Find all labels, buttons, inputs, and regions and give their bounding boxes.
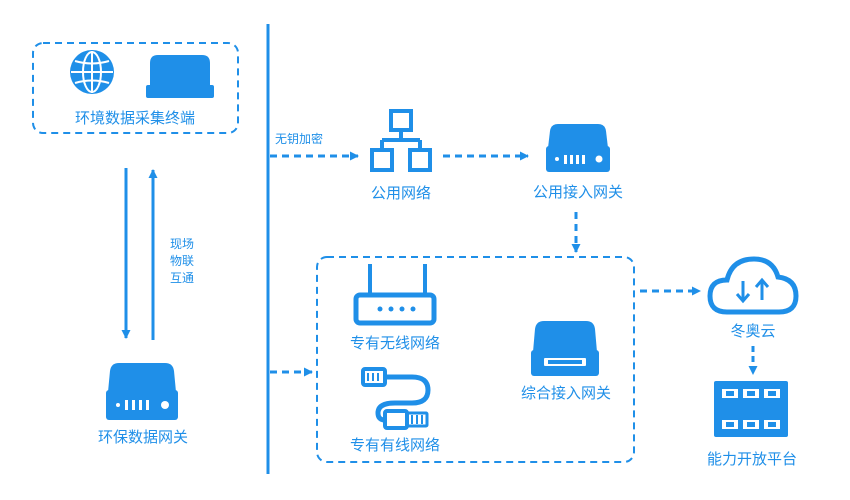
public-gateway-label: 公用接入网关 bbox=[533, 183, 623, 201]
server-icon bbox=[146, 55, 214, 98]
server-icon bbox=[531, 321, 599, 376]
globe-icon bbox=[70, 50, 114, 94]
network-diagram: 环境数据采集终端 现场 物联 互通 环保数据网关 无钥加密 公用网络 公用接入网… bbox=[32, 24, 799, 474]
router-icon bbox=[353, 264, 437, 326]
network-topology-icon bbox=[370, 109, 432, 172]
eco-gateway-label: 环保数据网关 bbox=[98, 428, 188, 446]
private-wired-label: 专有有线网络 bbox=[350, 436, 440, 454]
onsite-iot-label-line2: 物联 bbox=[170, 254, 194, 268]
platform-label: 能力开放平台 bbox=[707, 450, 797, 468]
keyless-encryption-label: 无钥加密 bbox=[275, 131, 323, 146]
cloud-label: 冬奥云 bbox=[730, 322, 775, 340]
diagram-canvas: 环境数据采集终端 现场 物联 互通 环保数据网关 无钥加密 公用网络 公用接入网… bbox=[0, 0, 850, 500]
cable-icon bbox=[361, 367, 431, 430]
onsite-iot-label-line3: 互通 bbox=[170, 271, 194, 285]
private-wireless-label: 专有无线网络 bbox=[350, 334, 440, 352]
onsite-iot-label-line1: 现场 bbox=[170, 237, 194, 251]
film-grid-icon bbox=[714, 381, 788, 437]
server-icon bbox=[546, 124, 610, 172]
terminal-label: 环境数据采集终端 bbox=[75, 109, 195, 127]
server-icon bbox=[106, 363, 178, 420]
cloud-sync-icon bbox=[707, 256, 799, 315]
integrated-gateway-label: 综合接入网关 bbox=[521, 384, 611, 402]
public-network-label: 公用网络 bbox=[371, 184, 431, 202]
